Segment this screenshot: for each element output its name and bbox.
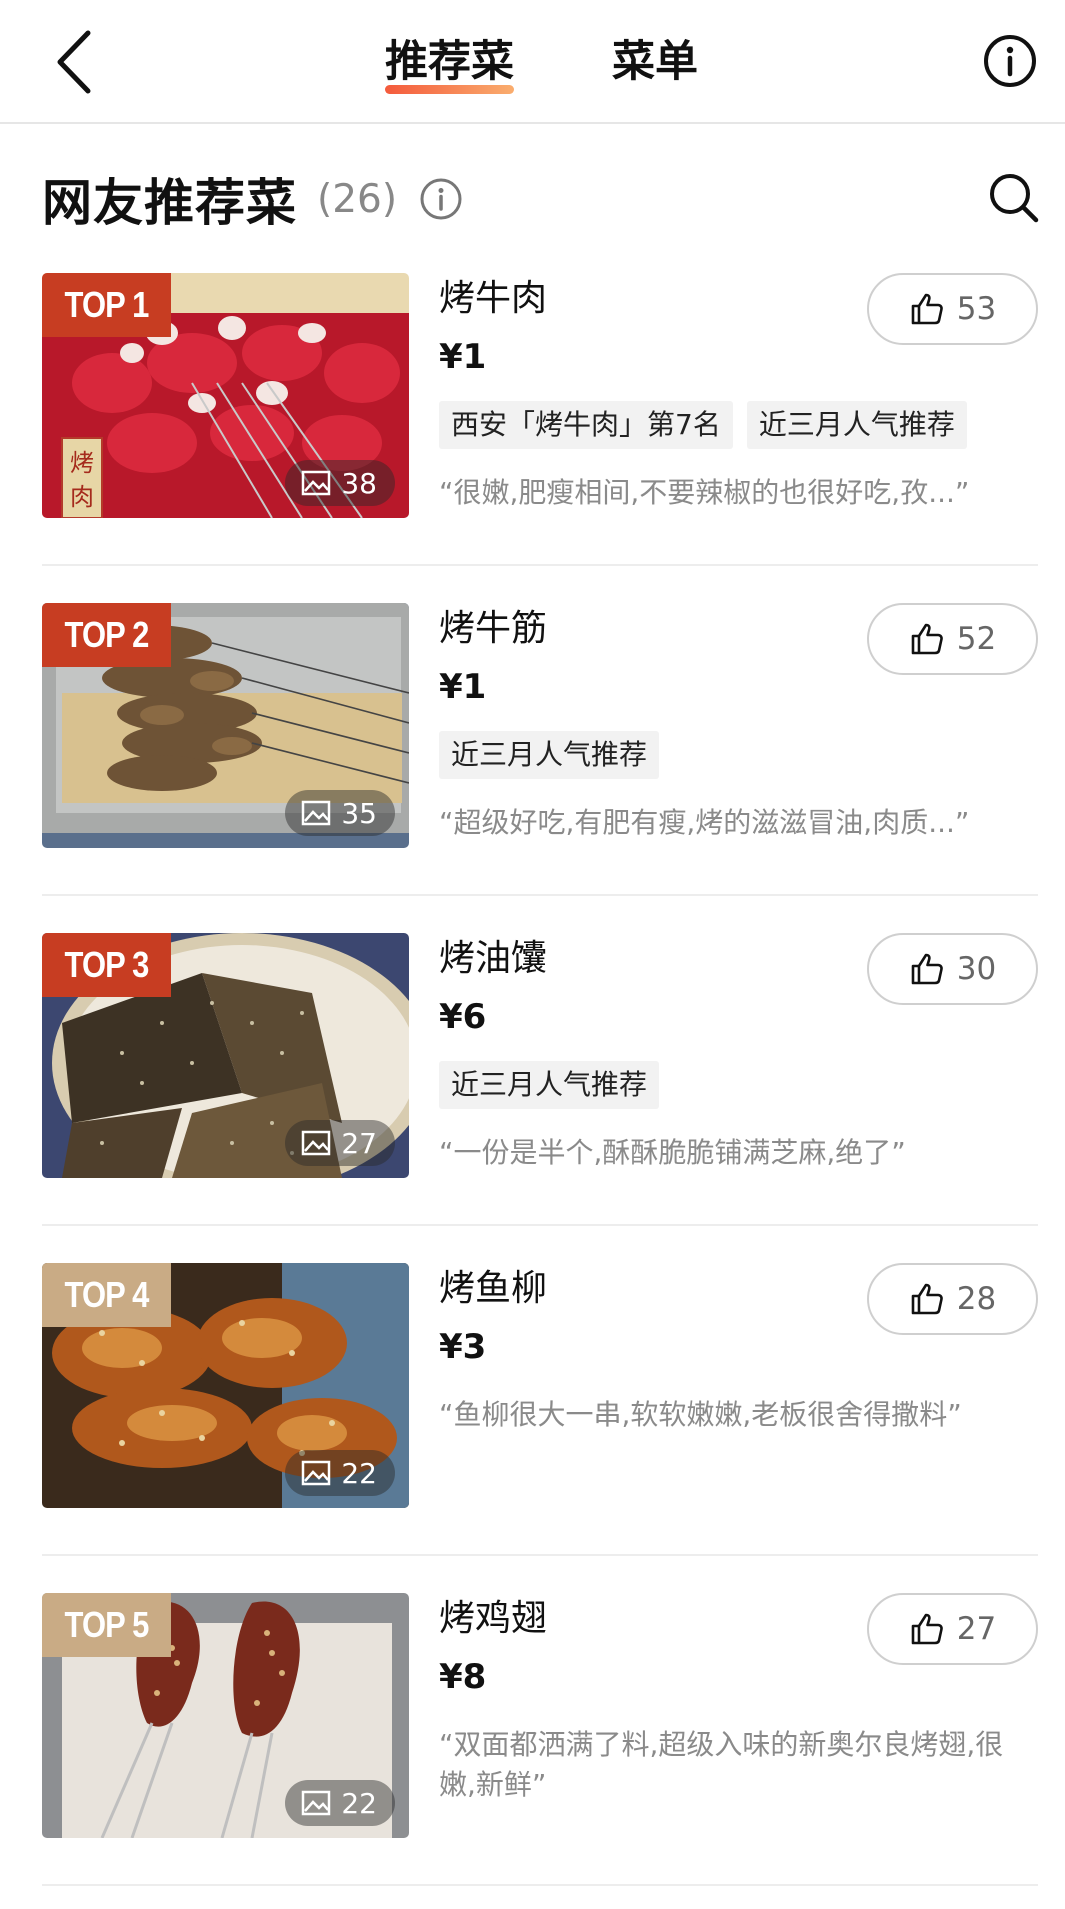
image-icon: [302, 800, 331, 826]
dish-price: ¥6: [439, 997, 487, 1037]
popular-tag: 近三月人气推荐: [746, 401, 967, 449]
dish-name: 烤鱼柳: [439, 1268, 548, 1309]
like-button[interactable]: 27: [867, 1593, 1038, 1665]
dish-item[interactable]: TOP 4 22 烤鱼柳 ¥3 “鱼柳很大一串,软软嫩嫩,老板很舍得撒料” 28: [42, 1263, 1038, 1593]
photo-count: 22: [341, 1786, 377, 1820]
ranking-tag[interactable]: 西安「烤牛肉」第7名: [439, 401, 733, 449]
divider: [42, 1224, 1038, 1226]
photo-count-badge: 27: [285, 1120, 395, 1166]
image-icon: [302, 470, 331, 496]
photo-count-badge: 22: [285, 1450, 395, 1496]
photo-count-badge: 35: [285, 790, 395, 836]
dish-item[interactable]: TOP 3 27 烤油馕 ¥6 近三月人气推荐 “一份是半个,酥酥脆脆铺满芝麻,…: [42, 933, 1038, 1263]
rank-badge: TOP 3: [42, 933, 171, 997]
section-count: (26): [317, 176, 398, 222]
image-icon: [302, 1460, 331, 1486]
dish-tags: 西安「烤牛肉」第7名 近三月人气推荐: [439, 401, 981, 449]
like-button[interactable]: 53: [867, 273, 1038, 345]
tab-menu-label: 菜单: [612, 37, 698, 87]
like-count: 52: [956, 621, 997, 657]
dish-tags: 近三月人气推荐: [439, 731, 673, 779]
dish-name: 烤鸡翅: [439, 1598, 548, 1639]
like-count: 53: [956, 291, 997, 327]
like-button[interactable]: 52: [867, 603, 1038, 675]
like-count: 27: [956, 1611, 997, 1647]
review-quote: “一份是半个,酥酥脆脆铺满芝麻,绝了”: [439, 1136, 906, 1169]
dish-name: 烤油馕: [439, 938, 548, 979]
divider: [42, 1884, 1038, 1886]
dish-photo[interactable]: TOP 4 22: [42, 1263, 409, 1508]
thumbs-up-icon: [911, 1613, 943, 1645]
like-count: 30: [956, 951, 997, 987]
thumbs-up-icon: [911, 1283, 943, 1315]
dish-photo[interactable]: 烤 肉 TOP 1 38: [42, 273, 409, 518]
review-quote: “双面都洒满了料,超级入味的新奥尔良烤翅,很嫩,新鲜”: [439, 1728, 1004, 1801]
review-quote: “超级好吃,有肥有瘦,烤的滋滋冒油,肉质...”: [439, 806, 970, 839]
rank-badge: TOP 4: [42, 1263, 171, 1327]
section-header: 网友推荐菜 (26): [42, 164, 463, 234]
search-button[interactable]: [986, 170, 1042, 226]
divider: [42, 1554, 1038, 1556]
popular-tag: 近三月人气推荐: [439, 731, 660, 779]
dish-item[interactable]: TOP 2 35 烤牛筋 ¥1 近三月人气推荐 “超级好吃,有肥有瘦,烤的滋滋冒…: [42, 603, 1038, 933]
search-icon: [990, 174, 1039, 223]
tab-menu[interactable]: 菜单: [612, 32, 698, 92]
rank-badge: TOP 1: [42, 273, 171, 337]
active-tab-underline: [385, 85, 514, 94]
photo-count: 27: [341, 1126, 377, 1160]
top-nav-bar: 推荐菜 菜单: [0, 0, 1065, 124]
photo-count: 38: [341, 466, 377, 500]
dish-photo[interactable]: TOP 3 27: [42, 933, 409, 1178]
thumbs-up-icon: [911, 953, 943, 985]
photo-count-badge: 22: [285, 1780, 395, 1826]
dish-item[interactable]: 烤 肉 TOP 1 38 烤牛肉 ¥1 西安「烤牛肉」第7名 近三月人气推荐 “…: [42, 273, 1038, 603]
like-count: 28: [956, 1281, 997, 1317]
review-quote: “很嫩,肥瘦相间,不要辣椒的也很好吃,孜...”: [439, 476, 970, 509]
image-icon: [302, 1790, 331, 1816]
like-button[interactable]: 28: [867, 1263, 1038, 1335]
photo-count: 35: [341, 796, 377, 830]
info-button[interactable]: [982, 33, 1038, 89]
rank-badge: TOP 2: [42, 603, 171, 667]
thumbs-up-icon: [911, 293, 943, 325]
dish-photo[interactable]: TOP 2 35: [42, 603, 409, 848]
photo-count-badge: 38: [285, 460, 395, 506]
rank-badge: TOP 5: [42, 1593, 171, 1657]
chevron-left-icon: [57, 30, 91, 94]
dish-price: ¥8: [439, 1657, 487, 1697]
info-icon: [984, 35, 1036, 87]
tab-recommended-label: 推荐菜: [385, 37, 514, 87]
info-icon[interactable]: [419, 177, 463, 221]
back-button[interactable]: [42, 26, 106, 98]
dish-name: 烤牛筋: [439, 608, 548, 649]
dish-price: ¥3: [439, 1327, 487, 1367]
popular-tag: 近三月人气推荐: [439, 1061, 660, 1109]
dish-photo[interactable]: TOP 5 22: [42, 1593, 409, 1838]
dish-tags: 近三月人气推荐: [439, 1061, 673, 1109]
tab-recommended-dishes[interactable]: 推荐菜: [385, 32, 514, 94]
dish-item[interactable]: TOP 5 22 烤鸡翅 ¥8 “双面都洒满了料,超级入味的新奥尔良烤翅,很嫩,…: [42, 1593, 1038, 1909]
thumbs-up-icon: [911, 623, 943, 655]
image-icon: [302, 1130, 331, 1156]
like-button[interactable]: 30: [867, 933, 1038, 1005]
photo-count: 22: [341, 1456, 377, 1490]
section-title: 网友推荐菜: [42, 174, 297, 232]
dish-price: ¥1: [439, 667, 487, 707]
divider: [42, 564, 1038, 566]
svg-text:烤: 烤: [70, 449, 94, 477]
dish-name: 烤牛肉: [439, 278, 548, 319]
dish-price: ¥1: [439, 337, 487, 377]
review-quote: “鱼柳很大一串,软软嫩嫩,老板很舍得撒料”: [439, 1398, 962, 1431]
svg-text:肉: 肉: [70, 483, 94, 511]
divider: [42, 894, 1038, 896]
